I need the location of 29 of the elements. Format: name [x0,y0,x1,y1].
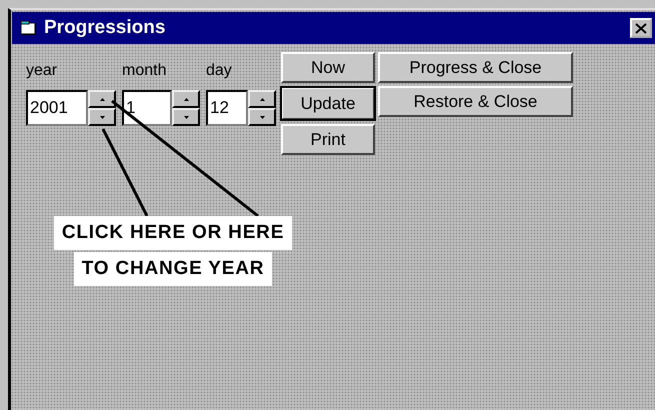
dialog-button[interactable]: Restore & Close [378,86,573,117]
down-arrow-icon [260,116,264,118]
close-icon [635,22,647,34]
field-label: year [26,61,58,81]
spin-up-button[interactable] [88,90,116,108]
dialog-button[interactable]: Progress & Close [378,52,573,83]
spin-up-button[interactable] [172,90,200,108]
dialog-button[interactable]: Print [281,124,375,155]
down-arrow-icon [184,116,188,118]
spin-down-button[interactable] [88,108,116,126]
up-arrow-icon [260,98,264,100]
spin-up-button[interactable] [248,90,276,108]
dialog-button[interactable]: Now [281,52,375,83]
window-title: Progressions [44,17,166,39]
spin-down-button[interactable] [248,108,276,126]
dialog-button[interactable]: Update [281,87,375,120]
callout-text: TO CHANGE YEAR [74,252,272,286]
down-arrow-icon [100,116,104,118]
field-label: day [206,61,233,81]
window-icon [20,20,38,36]
spin-down-button[interactable] [172,108,200,126]
close-button[interactable] [630,18,652,38]
input-field[interactable]: 1 [122,90,172,126]
input-field[interactable]: 12 [206,90,248,126]
up-arrow-icon [184,98,188,100]
field-label: month [122,61,168,81]
up-arrow-icon [100,98,104,100]
input-field[interactable]: 2001 [26,90,88,126]
callout-text: CLICK HERE OR HERE [54,216,292,250]
